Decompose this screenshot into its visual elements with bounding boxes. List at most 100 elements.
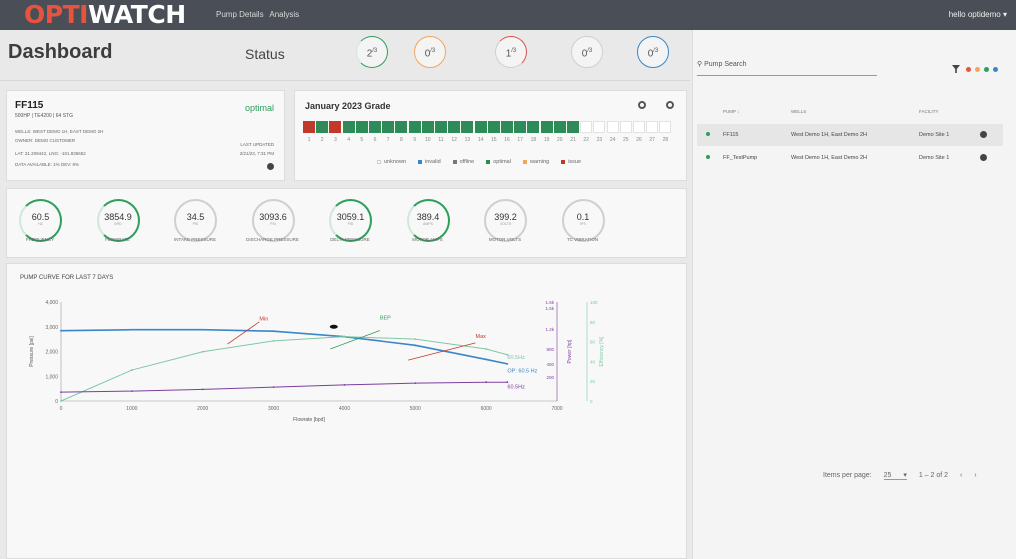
filter-dot[interactable] (975, 67, 980, 72)
chart-annotation: Min (259, 317, 268, 323)
series-line-head (60, 328, 508, 365)
status-ring-4[interactable]: 0/3 (571, 36, 603, 68)
grade-day-cell[interactable] (633, 121, 645, 133)
grade-day-cell[interactable] (421, 121, 434, 133)
chart-annotation: 60.5Hz (507, 385, 525, 391)
gauge-intake-pressure[interactable]: 34.5 psi (174, 199, 217, 242)
status-dot-icon (706, 155, 710, 159)
legend-label: unknown (384, 159, 407, 165)
grade-day-label: 19 (543, 137, 550, 143)
grade-day-cell[interactable] (435, 121, 447, 133)
filter-dot[interactable] (984, 67, 989, 72)
grade-day-cell[interactable] (646, 121, 659, 133)
series-point-efficiency (130, 369, 133, 371)
filter-icon[interactable] (952, 65, 960, 73)
gauge-unit: psi (270, 222, 276, 226)
grade-day-cell[interactable] (527, 121, 540, 133)
last-updated-value: 2/21/23, 7:31 PM (239, 151, 274, 156)
x-tick-label: 3000 (268, 406, 279, 412)
nav-analysis[interactable]: Analysis (269, 10, 299, 19)
y-tick-label: 1,000 (45, 374, 58, 380)
grade-day-cell[interactable] (619, 121, 632, 133)
user-menu[interactable]: hello optidemo ▾ (949, 10, 1007, 19)
table-row[interactable]: FF_TestPump West Demo 1H, East Demo 2H Dem… (697, 147, 1003, 169)
grade-day-cell[interactable] (474, 121, 487, 133)
grade-day-cell[interactable] (501, 121, 513, 133)
page-range: 1 – 2 of 2 (918, 472, 949, 479)
status-ring-5[interactable]: 0/3 (637, 36, 669, 68)
grade-day-cell[interactable] (355, 121, 368, 133)
series-point-efficiency (343, 335, 346, 338)
status-ring-3[interactable]: 1/3 (495, 36, 527, 68)
status-dot-icon (706, 132, 710, 136)
grade-day-cell[interactable] (342, 121, 355, 133)
column-header-wells[interactable]: Wells (791, 109, 806, 114)
grade-day-cell[interactable] (553, 121, 566, 133)
grade-day-cell[interactable] (316, 121, 329, 133)
gauge-delta-pressure[interactable]: 3059.1 psi (329, 199, 372, 242)
status-ring-2[interactable]: 0/3 (414, 36, 446, 68)
y2-tick-label: 400 (546, 362, 554, 367)
gauge-tc-vibration[interactable]: 0.1 ips (561, 199, 605, 242)
x-tick-label: 6000 (481, 406, 492, 412)
gauge-flowrate[interactable]: 3854.9 bpd (96, 199, 140, 242)
grade-day-cell[interactable] (369, 121, 381, 133)
next-month-icon[interactable] (666, 101, 674, 109)
grade-day-cell[interactable] (580, 121, 593, 133)
grade-day-cell[interactable] (606, 121, 619, 133)
grade-day-cell[interactable] (395, 121, 408, 133)
chart-annotation: 60.5Hz (507, 355, 525, 361)
grade-day-cell[interactable] (461, 121, 474, 133)
gauge-frequency[interactable]: 60.5 Hz (19, 199, 62, 242)
y3-tick-label: 0 (590, 399, 593, 404)
grade-day-cell[interactable] (448, 121, 461, 133)
pump-search-input[interactable]: Pump Search (704, 61, 746, 68)
pump-id: FF115 (15, 100, 44, 111)
status-ring-total: /3 (511, 48, 517, 54)
grade-day-label: 20 (557, 137, 563, 143)
pump-search[interactable]: ⚲ Pump Search (697, 60, 877, 76)
grade-day-label: 23 (596, 137, 603, 143)
filter-dot[interactable] (993, 67, 998, 72)
status-ring-1[interactable]: 2/3 (356, 36, 388, 68)
gauge-motor-amps[interactable]: 389.4 amps (406, 199, 450, 242)
grade-day-cell[interactable] (514, 121, 527, 133)
column-header-pump[interactable]: Pump ↓ (723, 109, 739, 114)
gauge-discharge-pressure[interactable]: 3093.6 psi (251, 199, 295, 242)
gauge-value: 3059.1 (336, 212, 365, 222)
gauge-motor-volts[interactable]: 399.2 volts (484, 199, 527, 242)
row-details-icon[interactable] (980, 131, 987, 138)
series-point-efficiency (60, 400, 62, 402)
status-ring-total: /3 (372, 48, 378, 54)
grade-day-cell[interactable] (593, 121, 606, 133)
next-page-icon[interactable]: › (974, 472, 976, 479)
nav-pump-details[interactable]: Pump Details (216, 10, 264, 19)
grade-day-cell[interactable] (659, 121, 672, 133)
grade-day-cell[interactable] (567, 121, 579, 133)
filter-dot[interactable] (966, 67, 971, 72)
app-logo[interactable]: OPTIWATCH (24, 2, 186, 27)
series-point-efficiency (485, 348, 488, 350)
grade-day-cell[interactable] (487, 121, 500, 133)
grade-day-cell[interactable] (329, 121, 342, 133)
grade-card: January 2023 Grade 1 2 3 4 5 6 7 8 9 10 11 12 13 14 15… (294, 90, 687, 181)
grade-day-label: 14 (477, 137, 484, 143)
grade-day-label: 2 (320, 137, 324, 143)
series-point-power (130, 390, 133, 392)
grade-day-cell[interactable] (408, 121, 421, 133)
grade-day-cell[interactable] (540, 121, 553, 133)
prev-month-icon[interactable] (638, 101, 646, 109)
row-details-icon[interactable] (980, 154, 987, 161)
grade-day-cell[interactable] (303, 121, 315, 133)
table-row[interactable]: FF115 West Demo 1H, East Demo 2H Demo Site… (697, 124, 1003, 146)
prev-page-icon[interactable]: ‹ (960, 472, 962, 479)
y3-axis-title: Efficiency [%] (599, 336, 605, 367)
grade-day-cell[interactable] (382, 121, 395, 133)
column-header-facility[interactable]: Facility (919, 109, 939, 114)
y3-tick-label: 100 (590, 300, 598, 305)
gauge-label: Discharge Pressure (246, 237, 299, 242)
main-nav: Pump Details Analysis (216, 10, 303, 19)
pump-details-icon[interactable] (267, 163, 274, 170)
items-per-page-select[interactable]: 25 ▾ (883, 472, 907, 480)
series-point-power (60, 391, 62, 393)
